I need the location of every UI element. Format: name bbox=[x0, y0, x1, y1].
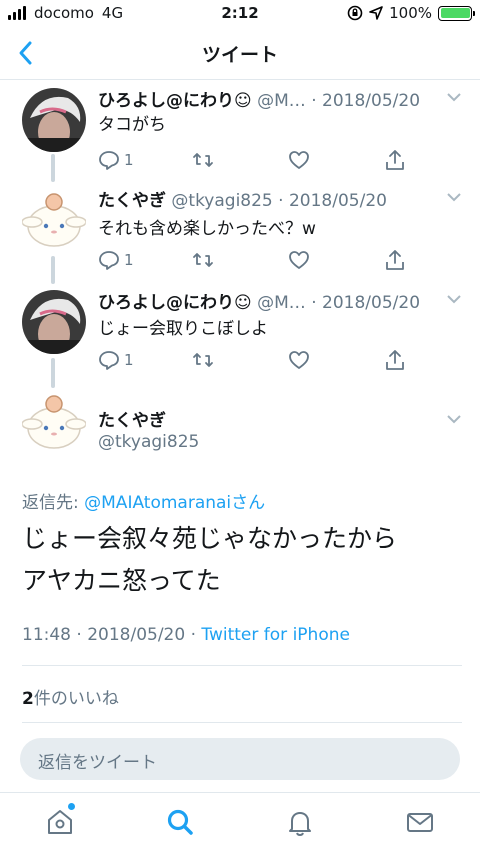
share-icon bbox=[386, 150, 404, 170]
reply-button[interactable]: 1 bbox=[98, 148, 134, 172]
tweet-date: · 2018/05/20 bbox=[278, 191, 387, 211]
avatar[interactable] bbox=[22, 88, 86, 152]
avatar-hair-icon bbox=[22, 290, 86, 354]
divider bbox=[22, 722, 462, 723]
retweet-icon bbox=[193, 253, 213, 267]
like-button[interactable] bbox=[288, 348, 310, 372]
tweet-actions: 1 bbox=[98, 148, 408, 172]
retweet-button[interactable] bbox=[192, 248, 214, 272]
main-author-handle[interactable]: @tkyagi825 bbox=[98, 432, 199, 452]
bell-icon bbox=[289, 812, 311, 837]
thread-connector bbox=[51, 154, 55, 182]
heart-icon bbox=[289, 351, 309, 369]
reply-count: 1 bbox=[124, 151, 134, 169]
share-button[interactable] bbox=[384, 148, 406, 172]
reply-to-link[interactable]: @MAIAtomaranai bbox=[84, 493, 231, 513]
nav-bar: ツイート bbox=[0, 28, 480, 80]
like-button[interactable] bbox=[288, 248, 310, 272]
search-icon bbox=[167, 809, 193, 835]
main-tweet-line: じょー会叙々苑じゃなかったから bbox=[22, 524, 398, 553]
tab-notifications[interactable] bbox=[285, 807, 315, 837]
share-icon bbox=[386, 250, 404, 270]
retweet-icon bbox=[193, 353, 213, 367]
main-tweet-line: アヤカニ怒ってた bbox=[22, 566, 221, 595]
battery-icon bbox=[438, 5, 475, 21]
chevron-down-icon[interactable] bbox=[446, 92, 462, 102]
tab-search[interactable] bbox=[165, 807, 195, 837]
tweet-header: たくやぎ @tkyagi825 · 2018/05/20 bbox=[98, 186, 440, 211]
like-label: 件のいいね bbox=[33, 689, 119, 709]
chevron-down-icon[interactable] bbox=[446, 414, 462, 424]
reply-icon bbox=[99, 151, 119, 170]
like-count: 2 bbox=[22, 689, 34, 709]
reply-input[interactable]: 返信をツイート bbox=[20, 738, 460, 780]
avatar-character-icon bbox=[22, 390, 86, 454]
divider bbox=[22, 665, 462, 666]
tweet-author-handle[interactable]: @M… bbox=[257, 91, 306, 111]
reply-count: 1 bbox=[124, 251, 134, 269]
orientation-lock-icon bbox=[347, 5, 363, 21]
heart-icon bbox=[289, 151, 309, 169]
avatar[interactable] bbox=[22, 188, 86, 252]
tweet-author-name[interactable]: ひろよし@にわり☺ bbox=[98, 91, 252, 111]
main-author-name[interactable]: たくやぎ bbox=[98, 406, 166, 431]
reply-to-suffix[interactable]: さん bbox=[231, 493, 265, 513]
tweet-author-name[interactable]: たくやぎ bbox=[98, 191, 166, 211]
battery-percent: 100% bbox=[389, 4, 432, 22]
page-title: ツイート bbox=[201, 44, 278, 66]
heart-icon bbox=[289, 251, 309, 269]
share-button[interactable] bbox=[384, 248, 406, 272]
location-icon bbox=[369, 6, 383, 20]
reply-count: 1 bbox=[124, 351, 134, 369]
thread-connector bbox=[51, 358, 55, 388]
tab-home[interactable] bbox=[45, 803, 75, 837]
retweet-button[interactable] bbox=[192, 348, 214, 372]
reply-to-prefix: 返信先: bbox=[22, 493, 85, 513]
thread-tweet[interactable]: たくやぎ @tkyagi825 · 2018/05/20 それも含め楽しかったべ… bbox=[0, 182, 480, 282]
avatar-hair-icon bbox=[22, 88, 86, 152]
home-icon bbox=[48, 810, 72, 834]
envelope-icon bbox=[407, 813, 433, 832]
retweet-icon bbox=[193, 153, 213, 167]
main-tweet-text: じょー会叙々苑じゃなかったから アヤカニ怒ってた bbox=[22, 518, 462, 602]
tweet-timestamp: 11:48 · 2018/05/20 · bbox=[22, 625, 202, 645]
tweet-date: · 2018/05/20 bbox=[311, 91, 421, 111]
like-button[interactable] bbox=[288, 148, 310, 172]
tweet-text: タコがち bbox=[98, 115, 166, 135]
thread-tweet[interactable]: ひろよし@にわり☺ @M… · 2018/05/20 タコがち 1 bbox=[0, 80, 480, 180]
tweet-header: ひろよし@にわり☺ @M… · 2018/05/20 bbox=[98, 288, 440, 313]
reply-to-line: 返信先: @MAIAtomaranaiさん bbox=[22, 488, 265, 513]
status-bar: docomo 4G 2:12 100% bbox=[0, 0, 480, 28]
tweet-author-handle[interactable]: @tkyagi825 bbox=[171, 191, 272, 211]
tweet-text: じょー会取りこぼしよ bbox=[98, 319, 268, 339]
tweet-author-name[interactable]: ひろよし@にわり☺ bbox=[98, 293, 252, 313]
share-icon bbox=[386, 350, 404, 370]
tweet-text: それも含め楽しかったべ？w bbox=[98, 219, 316, 239]
retweet-button[interactable] bbox=[192, 148, 214, 172]
tweet-actions: 1 bbox=[98, 248, 408, 272]
status-right: 100% bbox=[347, 4, 475, 22]
chevron-down-icon[interactable] bbox=[446, 294, 462, 304]
main-avatar[interactable] bbox=[22, 390, 86, 454]
thread-connector bbox=[51, 256, 55, 284]
thread-tweet[interactable]: ひろよし@にわり☺ @M… · 2018/05/20 じょー会取りこぼしよ 1 bbox=[0, 284, 480, 384]
tab-messages[interactable] bbox=[405, 807, 435, 837]
tab-bar bbox=[0, 792, 480, 853]
avatar-character-icon bbox=[22, 188, 86, 252]
avatar[interactable] bbox=[22, 290, 86, 354]
notification-dot bbox=[68, 803, 75, 810]
share-button[interactable] bbox=[384, 348, 406, 372]
tweet-header: ひろよし@にわり☺ @M… · 2018/05/20 bbox=[98, 86, 440, 111]
tweet-actions: 1 bbox=[98, 348, 408, 372]
chevron-down-icon[interactable] bbox=[446, 192, 462, 202]
reply-icon bbox=[99, 351, 119, 370]
tweet-author-handle[interactable]: @M… bbox=[257, 293, 306, 313]
tweet-meta: 11:48 · 2018/05/20 · Twitter for iPhone bbox=[22, 625, 350, 645]
likes-summary[interactable]: 2件のいいね bbox=[22, 684, 119, 709]
reply-button[interactable]: 1 bbox=[98, 348, 134, 372]
tweet-source-link[interactable]: Twitter for iPhone bbox=[201, 625, 350, 645]
reply-button[interactable]: 1 bbox=[98, 248, 134, 272]
reply-icon bbox=[99, 251, 119, 270]
tweet-date: · 2018/05/20 bbox=[311, 293, 421, 313]
